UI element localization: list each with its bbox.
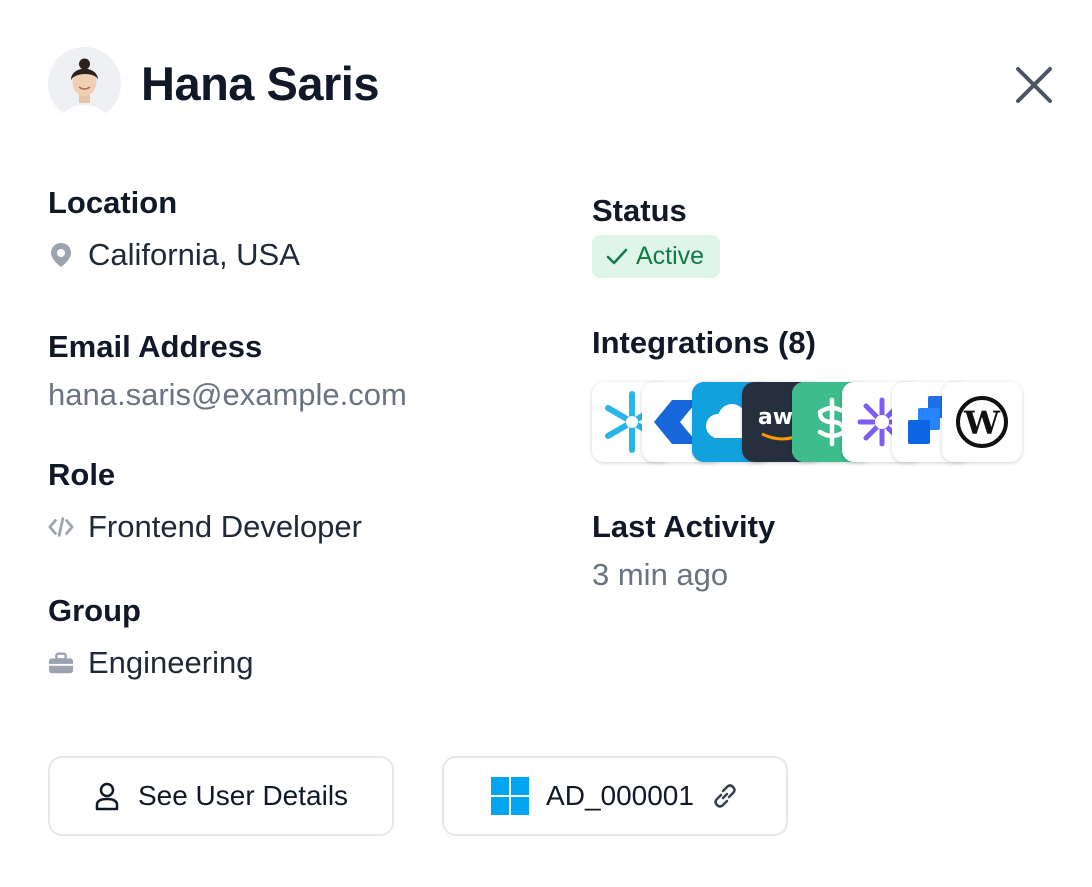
- profile-header: Hana Saris: [48, 47, 379, 120]
- user-icon: [95, 782, 119, 811]
- status-label: Status: [592, 193, 687, 228]
- role-value-row: Frontend Developer: [48, 509, 362, 545]
- see-user-details-button[interactable]: See User Details: [48, 756, 394, 836]
- integrations-label: Integrations (8): [592, 325, 816, 360]
- close-icon: [1016, 67, 1052, 103]
- integrations-label-wrap: Integrations (8): [592, 325, 816, 361]
- status-value: Active: [636, 242, 705, 270]
- email-value: hana.saris@example.com: [48, 377, 407, 412]
- email-label: Email Address: [48, 329, 263, 364]
- role-value: Frontend Developer: [88, 509, 362, 544]
- group-label: Group: [48, 593, 141, 628]
- last-activity-field: Last Activity 3 min ago: [592, 509, 775, 593]
- map-pin-icon: [48, 242, 74, 268]
- briefcase-icon: [48, 650, 74, 676]
- code-icon: [48, 514, 74, 540]
- ad-account-button[interactable]: AD_000001: [442, 756, 788, 836]
- email-field: Email Address hana.saris@example.com: [48, 329, 407, 413]
- wordpress-icon[interactable]: W: [942, 382, 1022, 462]
- ad-account-label: AD_000001: [546, 780, 694, 811]
- location-label: Location: [48, 185, 178, 220]
- location-field: Location California, USA: [48, 185, 300, 273]
- location-value: California, USA: [88, 237, 300, 272]
- status-field: Status Active: [592, 193, 721, 278]
- svg-text:W: W: [963, 404, 1001, 442]
- role-field: Role Frontend Developer: [48, 457, 362, 545]
- see-user-details-label: See User Details: [137, 780, 349, 811]
- link-icon: [714, 784, 736, 808]
- group-field: Group Engineering: [48, 593, 253, 681]
- last-activity-label: Last Activity: [592, 509, 776, 544]
- user-name: Hana Saris: [141, 57, 379, 110]
- location-value-row: California, USA: [48, 237, 300, 273]
- windows-icon: [491, 777, 530, 815]
- status-badge: Active: [592, 235, 721, 278]
- avatar: [48, 47, 121, 120]
- group-value: Engineering: [88, 645, 254, 680]
- group-value-row: Engineering: [48, 645, 253, 681]
- last-activity-value: 3 min ago: [592, 557, 729, 592]
- check-icon: [606, 248, 628, 264]
- close-button[interactable]: [1010, 61, 1058, 109]
- role-label: Role: [48, 457, 116, 492]
- integrations-list: aws W: [592, 382, 1032, 464]
